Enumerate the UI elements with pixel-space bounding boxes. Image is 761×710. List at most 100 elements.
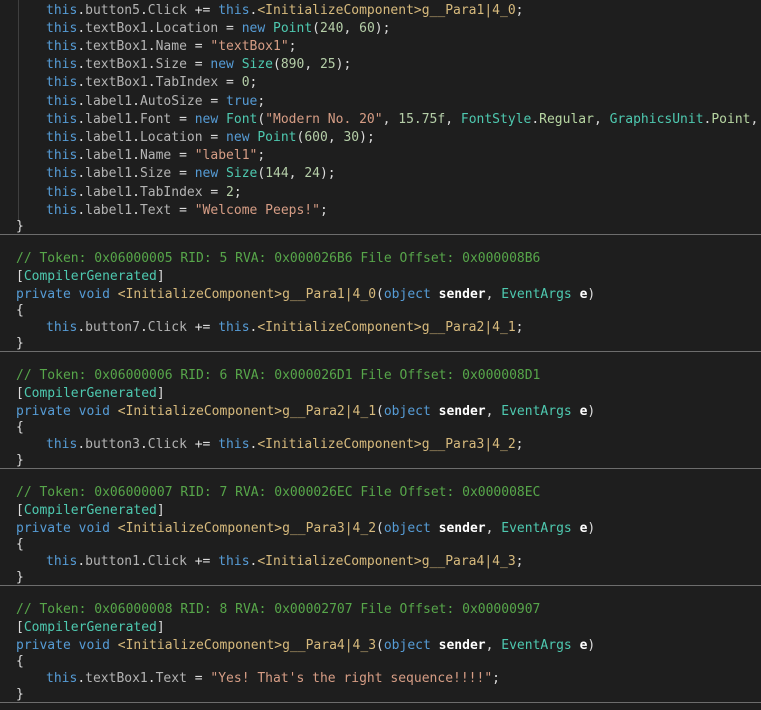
attribute-line[interactable]: [CompilerGenerated] (0, 619, 761, 637)
code-tokens: this.label1.Font = new Font("Modern No. … (46, 112, 761, 127)
code-token: , (382, 112, 399, 127)
code-token: Size (241, 57, 274, 72)
attribute-line[interactable]: [CompilerGenerated] (0, 502, 761, 520)
method-params: (object sender, EventArgs e) (376, 287, 595, 302)
code-token: . (77, 112, 86, 127)
token-comment[interactable]: // Token: 0x06000008 RID: 8 RVA: 0x00002… (0, 601, 761, 619)
code-token: AutoSize (139, 94, 203, 109)
brace: { (16, 654, 24, 669)
code-token: Name (155, 39, 187, 54)
code-token: this (218, 3, 250, 18)
code-token: this (46, 3, 78, 18)
code-line[interactable]: this.label1.AutoSize = true; (0, 93, 761, 111)
token-comment[interactable]: // Token: 0x06000007 RID: 7 RVA: 0x00002… (0, 484, 761, 502)
code-token: button1 (85, 554, 140, 569)
code-token: ; (257, 94, 266, 109)
code-token: , (327, 130, 344, 145)
bracket: ] (156, 269, 165, 284)
code-token: GraphicsUnit (609, 112, 704, 127)
code-token: label1 (85, 148, 133, 163)
code-editor[interactable]: this.button5.Click += this.<InitializeCo… (0, 0, 761, 710)
code-line[interactable]: this.button5.Click += this.<InitializeCo… (0, 2, 761, 20)
code-token: Text (155, 671, 187, 686)
code-token: Point (257, 130, 297, 145)
code-line[interactable]: this.textBox1.TabIndex = 0; (0, 74, 761, 92)
code-token: ; (515, 437, 524, 452)
opening-brace[interactable]: { (0, 302, 761, 320)
code-tokens: this.label1.TabIndex = 2; (46, 185, 242, 200)
code-token: 600 (304, 130, 328, 145)
code-token: . (77, 57, 86, 72)
brace: { (16, 303, 24, 318)
code-token: . (132, 166, 140, 181)
code-token: true (226, 94, 258, 109)
code-token: Click (147, 437, 187, 452)
code-token: 144 (265, 166, 289, 181)
bracket: [ (16, 269, 24, 284)
code-token: ( (273, 57, 281, 72)
code-token: += (186, 320, 219, 335)
code-token: "Welcome Peeps!" (194, 203, 320, 218)
attribute-line[interactable]: [CompilerGenerated] (0, 385, 761, 403)
code-token: ( (376, 404, 384, 419)
code-token: object (383, 521, 431, 536)
code-line[interactable]: this.label1.TabIndex = 2; (0, 184, 761, 202)
code-line[interactable]: this.label1.Location = new Point(600, 30… (0, 129, 761, 147)
code-token: textBox1 (85, 21, 148, 36)
method-separator (0, 702, 761, 703)
method-separator (0, 351, 761, 352)
brace: { (16, 537, 24, 552)
method-name: <InitializeComponent>g__Para3|4_2 (117, 521, 377, 536)
code-line[interactable]: this.textBox1.Location = new Point(240, … (0, 20, 761, 38)
code-token: = (171, 203, 195, 218)
code-token: Font (226, 112, 258, 127)
code-token: object (383, 287, 431, 302)
code-line[interactable]: this.textBox1.Size = new Size(890, 25); (0, 56, 761, 74)
method-name: <InitializeComponent>g__Para2|4_1 (117, 404, 377, 419)
code-token: ( (312, 21, 320, 36)
attribute-name: CompilerGenerated (23, 620, 157, 635)
code-token: this (46, 112, 78, 127)
code-token: , (485, 404, 502, 419)
code-token: Text (139, 203, 172, 218)
code-tokens: this.button5.Click += this.<InitializeCo… (46, 3, 523, 18)
code-tokens: this.button1.Click += this.<InitializeCo… (46, 554, 523, 569)
code-token: this (46, 75, 78, 90)
code-token: . (147, 57, 156, 72)
code-token: textBox1 (85, 57, 148, 72)
code-token: . (132, 112, 140, 127)
code-token: label1 (85, 94, 133, 109)
code-line[interactable]: this.label1.Font = new Font("Modern No. … (0, 111, 761, 129)
token-comment[interactable]: // Token: 0x06000006 RID: 6 RVA: 0x00002… (0, 367, 761, 385)
code-line[interactable]: this.label1.Name = "label1"; (0, 147, 761, 165)
code-token: this (46, 203, 78, 218)
code-token: = (171, 148, 195, 163)
attribute-line[interactable]: [CompilerGenerated] (0, 268, 761, 286)
code-token: += (186, 437, 219, 452)
code-token: , (485, 287, 502, 302)
code-token: Size (155, 57, 187, 72)
code-token: sender (438, 287, 486, 302)
code-token: . (139, 554, 148, 569)
opening-brace[interactable]: { (0, 536, 761, 554)
token-comment[interactable]: // Token: 0x06000005 RID: 5 RVA: 0x00002… (0, 250, 761, 268)
code-token: <InitializeComponent>g__Para3|4_2 (257, 437, 516, 452)
opening-brace[interactable]: { (0, 653, 761, 671)
code-token: textBox1 (85, 75, 148, 90)
opening-brace[interactable]: { (0, 419, 761, 437)
code-token: . (77, 3, 86, 18)
code-line[interactable]: this.textBox1.Name = "textBox1"; (0, 38, 761, 56)
code-token: TabIndex (139, 185, 203, 200)
code-token: this (46, 185, 78, 200)
code-line[interactable]: this.label1.Size = new Size(144, 24); (0, 165, 761, 183)
code-token: . (139, 437, 148, 452)
code-token: . (77, 320, 86, 335)
code-tokens: this.textBox1.TabIndex = 0; (46, 75, 257, 90)
code-token: ( (257, 166, 266, 181)
method-params: (object sender, EventArgs e) (376, 404, 595, 419)
code-token: ; (492, 671, 500, 686)
